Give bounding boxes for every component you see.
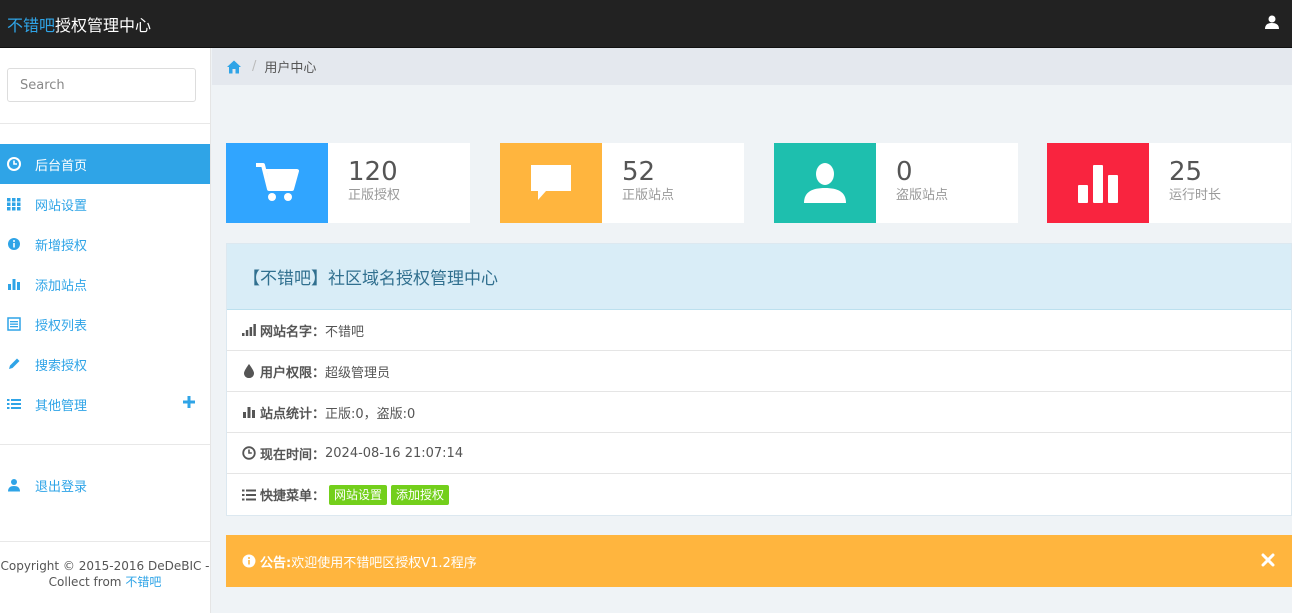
- quick-menu-label: 快捷菜单：: [260, 489, 326, 504]
- search-input[interactable]: [7, 68, 196, 102]
- copyright-prefix: Collect from: [48, 575, 126, 589]
- site-name-value: 不错吧: [325, 324, 365, 340]
- permission-label: 用户权限：: [260, 365, 326, 381]
- stat-icon-box: [226, 143, 328, 223]
- stat-label: 正版授权: [348, 188, 401, 203]
- notice-text: 欢迎使用不错吧区授权V1.2程序: [291, 555, 477, 571]
- logout-label: 退出登录: [35, 479, 88, 495]
- sidebar: 后台首页 网站设置 新增授权 添加站点 授权列表: [0, 48, 211, 613]
- stat-card-pirated: 0 盗版站点: [774, 143, 1018, 223]
- dashboard-icon: [7, 157, 21, 171]
- sidebar-item-label: 搜索授权: [35, 358, 88, 374]
- row-permission: 用户权限： 超级管理员: [227, 351, 1291, 392]
- user-icon: [7, 478, 21, 492]
- clock-icon: [242, 446, 256, 460]
- list-icon: [242, 488, 256, 502]
- sidebar-item-label: 授权列表: [35, 318, 88, 334]
- copyright-line2: Collect from 不错吧: [0, 574, 210, 590]
- sidebar-item-logout[interactable]: 退出登录: [0, 465, 210, 505]
- grid-icon: [7, 197, 21, 211]
- current-time-label: 现在时间：: [260, 447, 326, 463]
- user-icon: [804, 163, 846, 203]
- user-icon[interactable]: [1264, 14, 1280, 30]
- info-icon: [242, 554, 256, 568]
- notice-alert: 公告: 欢迎使用不错吧区授权V1.2程序: [226, 535, 1292, 587]
- sidebar-divider: [0, 541, 210, 542]
- stat-label: 正版站点: [622, 188, 675, 203]
- drop-icon: [242, 364, 256, 378]
- sidebar-item-site-settings[interactable]: 网站设置: [0, 184, 210, 224]
- comment-icon: [531, 165, 571, 200]
- sidebar-item-dashboard[interactable]: 后台首页: [0, 144, 210, 184]
- stat-icon-box: [1047, 143, 1149, 223]
- brand-title: 授权管理中心: [55, 15, 152, 35]
- sidebar-item-label: 其他管理: [35, 398, 88, 414]
- sidebar-item-label: 后台首页: [35, 158, 88, 174]
- list-alt-icon: [7, 317, 21, 331]
- breadcrumb-current: 用户中心: [264, 61, 317, 76]
- sidebar-divider: [0, 444, 210, 445]
- top-navbar: 不错吧 授权管理中心: [0, 0, 1292, 48]
- stat-label: 运行时长: [1169, 188, 1222, 203]
- stat-card-licenses: 120 正版授权: [226, 143, 470, 223]
- shopping-cart-icon: [256, 163, 299, 201]
- brand-logo[interactable]: 不错吧 授权管理中心: [0, 12, 151, 36]
- plus-icon[interactable]: [182, 395, 196, 409]
- copyright-line1: Copyright © 2015-2016 DeDeBIC -: [0, 559, 210, 573]
- stat-card-sites: 52 正版站点: [500, 143, 744, 223]
- stat-value: 25: [1169, 157, 1203, 187]
- stat-value: 0: [896, 157, 913, 187]
- copyright: Copyright © 2015-2016 DeDeBIC - Collect …: [0, 558, 210, 590]
- signal-icon: [242, 323, 256, 337]
- notice-label: 公告:: [260, 555, 292, 571]
- pencil-icon: [7, 357, 21, 371]
- stat-label: 盗版站点: [896, 188, 949, 203]
- stat-value: 120: [348, 157, 398, 187]
- row-site-stats: 站点统计： 正版:0，盗版:0: [227, 392, 1291, 433]
- list-icon: [7, 397, 21, 411]
- panel-title: 【不错吧】社区域名授权管理中心: [227, 244, 1291, 310]
- row-current-time: 现在时间： 2024-08-16 21:07:14: [227, 433, 1291, 474]
- site-stats-label: 站点统计：: [260, 406, 326, 422]
- bar-chart-icon: [242, 405, 256, 419]
- stat-icon-box: [500, 143, 602, 223]
- close-icon[interactable]: [1261, 553, 1275, 567]
- sidebar-nav: 后台首页 网站设置 新增授权 添加站点 授权列表 搜索授权 其他管理: [0, 144, 210, 424]
- info-panel: 【不错吧】社区域名授权管理中心 网站名字： 不错吧 用户权限： 超级管理员 站点…: [226, 243, 1292, 516]
- site-stats-value: 正版:0，盗版:0: [325, 406, 416, 422]
- info-icon: [7, 237, 21, 251]
- search-area: [0, 48, 210, 124]
- site-name-label: 网站名字：: [260, 324, 326, 340]
- copyright-link[interactable]: 不错吧: [125, 575, 161, 589]
- breadcrumb-separator: /: [252, 59, 257, 74]
- permission-value: 超级管理员: [325, 365, 391, 381]
- brand-highlight: 不错吧: [7, 15, 56, 35]
- stat-icon-box: [774, 143, 876, 223]
- quick-menu-site-settings[interactable]: 网站设置: [329, 484, 388, 505]
- sidebar-item-search-license[interactable]: 搜索授权: [0, 344, 210, 384]
- quick-menu-add-license[interactable]: 添加授权: [391, 484, 450, 505]
- sidebar-item-label: 添加站点: [35, 278, 88, 294]
- current-time-value: 2024-08-16 21:07:14: [325, 445, 464, 461]
- sidebar-item-label: 网站设置: [35, 198, 88, 214]
- row-site-name: 网站名字： 不错吧: [227, 310, 1291, 351]
- row-quick-menu: 快捷菜单： 网站设置 添加授权: [227, 474, 1291, 515]
- sidebar-item-label: 新增授权: [35, 238, 88, 254]
- sidebar-item-other-management[interactable]: 其他管理: [0, 384, 210, 424]
- bar-chart-icon: [7, 277, 21, 291]
- sidebar-item-license-list[interactable]: 授权列表: [0, 304, 210, 344]
- home-icon[interactable]: [226, 59, 242, 75]
- sidebar-item-add-site[interactable]: 添加站点: [0, 264, 210, 304]
- breadcrumb: / 用户中心: [212, 48, 1292, 85]
- bar-chart-icon: [1078, 165, 1118, 203]
- stat-card-uptime: 25 运行时长: [1047, 143, 1291, 223]
- stat-value: 52: [622, 157, 656, 187]
- sidebar-item-add-license[interactable]: 新增授权: [0, 224, 210, 264]
